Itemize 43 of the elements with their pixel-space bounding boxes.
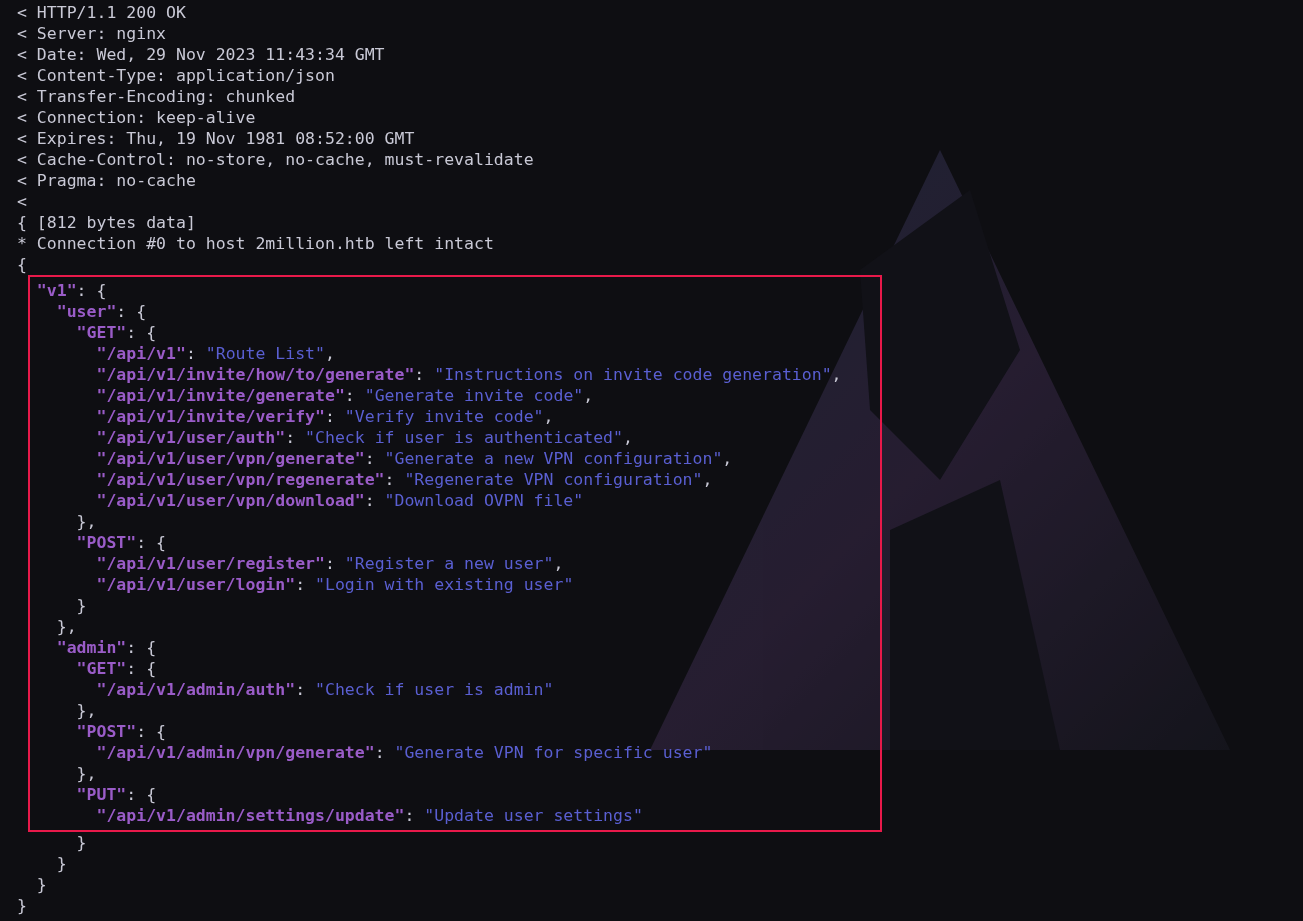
- code-line: < Cache-Control: no-store, no-cache, must-revalidate: [16, 149, 534, 170]
- code-line: "/api/v1": "Route List",: [95, 343, 335, 364]
- code-line: }: [55, 853, 67, 874]
- code-line: "v1": {: [35, 280, 107, 301]
- code-line: "/api/v1/user/vpn/download": "Download OVPN file": [95, 490, 584, 511]
- code-line: "GET": {: [75, 658, 157, 679]
- code-line: },: [75, 511, 97, 532]
- code-line: < Server: nginx: [16, 23, 166, 44]
- code-line: { [812 bytes data]: [16, 212, 196, 233]
- code-line: "PUT": {: [75, 784, 157, 805]
- code-line: < Expires: Thu, 19 Nov 1981 08:52:00 GMT: [16, 128, 415, 149]
- code-line: "POST": {: [75, 721, 167, 742]
- code-line: < Connection: keep-alive: [16, 107, 256, 128]
- code-line: < Date: Wed, 29 Nov 2023 11:43:34 GMT: [16, 44, 385, 65]
- code-line: "/api/v1/admin/auth": "Check if user is admin": [95, 679, 554, 700]
- code-line: }: [75, 595, 87, 616]
- code-line: < Pragma: no-cache: [16, 170, 196, 191]
- code-line: "/api/v1/invite/how/to/generate": "Instructions on invite code generation",: [95, 364, 842, 385]
- code-line: "admin": {: [55, 637, 157, 658]
- code-line: "/api/v1/admin/settings/update": "Update user settings": [95, 805, 643, 826]
- code-line: },: [75, 700, 97, 721]
- code-line: "/api/v1/user/login": "Login with existing user": [95, 574, 574, 595]
- code-line: "POST": {: [75, 532, 167, 553]
- code-line: "/api/v1/invite/verify": "Verify invite code",: [95, 406, 554, 427]
- code-line: * Connection #0 to host 2million.htb left intact: [16, 233, 494, 254]
- code-line: < Transfer-Encoding: chunked: [16, 86, 296, 107]
- code-line: },: [75, 763, 97, 784]
- code-line: <: [16, 191, 27, 212]
- code-line: "/api/v1/admin/vpn/generate": "Generate VPN for specific user": [95, 742, 713, 763]
- code-line: }: [35, 874, 47, 895]
- code-line: < Content-Type: application/json: [16, 65, 335, 86]
- code-line: "user": {: [55, 301, 147, 322]
- code-line: "/api/v1/invite/generate": "Generate invite code",: [95, 385, 594, 406]
- code-line: "GET": {: [75, 322, 157, 343]
- code-line: }: [75, 832, 87, 853]
- code-line: }: [16, 895, 27, 916]
- code-line: {: [16, 254, 27, 275]
- code-line: "/api/v1/user/vpn/regenerate": "Regenerate VPN configuration",: [95, 469, 713, 490]
- code-line: "/api/v1/user/auth": "Check if user is authenticated",: [95, 427, 633, 448]
- code-line: "/api/v1/user/vpn/generate": "Generate a new VPN configuration",: [95, 448, 733, 469]
- code-line: "/api/v1/user/register": "Register a new user",: [95, 553, 564, 574]
- code-line: },: [55, 616, 77, 637]
- code-line: < HTTP/1.1 200 OK: [16, 2, 186, 23]
